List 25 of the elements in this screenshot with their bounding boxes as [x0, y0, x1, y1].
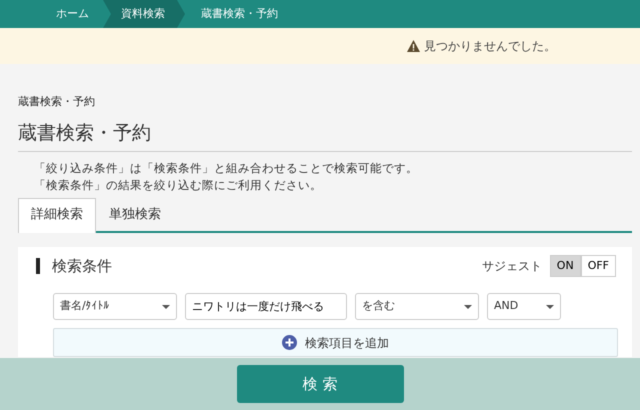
caret-icon: [162, 304, 170, 308]
select-field[interactable]: 書名/ﾀｲﾄﾙ: [53, 293, 177, 320]
toggle-option[interactable]: ON: [550, 254, 581, 277]
caret-icon: [546, 304, 554, 308]
breadcrumb-link[interactable]: ホーム: [40, 0, 103, 28]
suggest-label: サジェスト: [482, 258, 542, 275]
search-button[interactable]: 検 索: [236, 365, 404, 403]
select-field[interactable]: を含む: [355, 293, 479, 320]
toggle-option[interactable]: OFF: [580, 254, 616, 277]
breadcrumb-link[interactable]: 蔵書検索・予約: [185, 0, 292, 28]
text-field[interactable]: ニワトリは一度だけ飛べる: [185, 293, 347, 320]
caret-icon: [464, 304, 472, 308]
plus-icon: [282, 335, 297, 350]
page-title: 蔵書検索・予約: [18, 118, 632, 152]
warning-icon: [407, 40, 420, 52]
select-field[interactable]: AND: [487, 293, 561, 320]
note-text: 「絞り込み条件」は「検索条件」と組み合わせることで検索可能です。: [34, 160, 419, 177]
breadcrumb-link[interactable]: 資料検索: [103, 0, 185, 28]
panel-heading: 検索条件: [36, 258, 112, 274]
tab[interactable]: 詳細検索: [18, 198, 96, 232]
add-field-button[interactable]: 検索項目を追加: [53, 328, 618, 357]
page-subtitle: 蔵書検索・予約: [18, 94, 96, 110]
note-text: 「検索条件」の結果を絞り込む際にご利用ください。: [34, 177, 323, 194]
tab[interactable]: 単独検索: [96, 198, 174, 230]
alert-message: 見つかりませんでした。: [424, 38, 556, 55]
